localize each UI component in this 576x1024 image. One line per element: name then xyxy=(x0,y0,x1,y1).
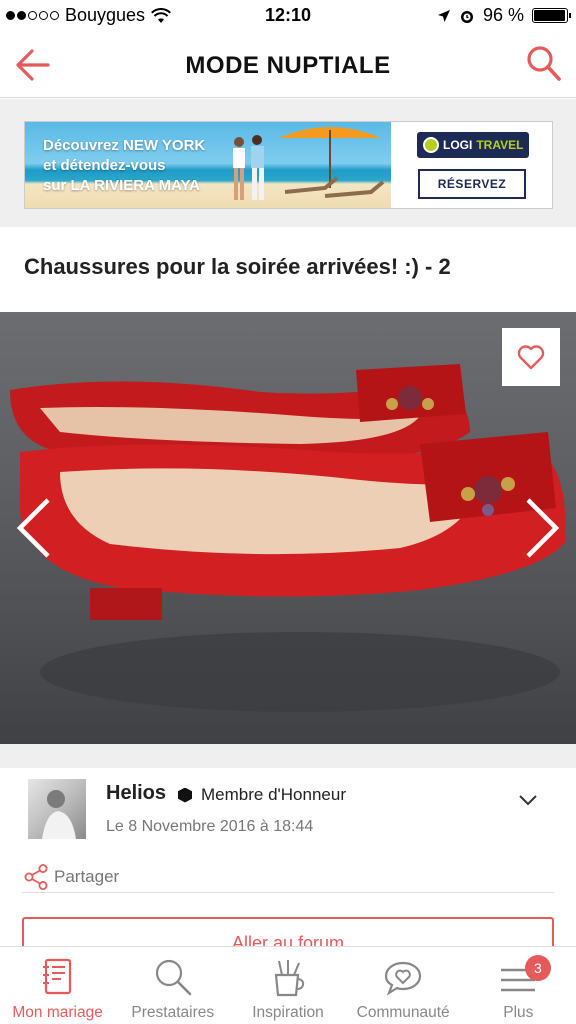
alarm-icon xyxy=(460,10,473,23)
rank-label: Membre d'Honneur xyxy=(201,785,346,804)
page-title: MODE NUPTIALE xyxy=(185,52,391,79)
tab-label: Plus xyxy=(503,1004,534,1021)
ad-line-3: sur LA RIVIERA MAYA xyxy=(43,177,200,194)
chevron-down-icon[interactable] xyxy=(518,793,538,807)
logo-mark-icon xyxy=(423,137,439,153)
tab-label: Prestataires xyxy=(131,1004,215,1021)
next-photo-icon[interactable] xyxy=(522,496,562,560)
previous-photo-icon[interactable] xyxy=(14,496,54,560)
ad-line-2: et détendez-vous xyxy=(43,157,166,174)
ad-line-1: Découvrez NEW YORK xyxy=(43,137,206,154)
ad-headline: Découvrez NEW YORK et détendez-vous sur … xyxy=(43,136,205,196)
search-icon[interactable] xyxy=(526,44,562,84)
ad-banner[interactable]: Découvrez NEW YORK et détendez-vous sur … xyxy=(24,121,553,209)
notebook-icon xyxy=(42,958,71,995)
share-icon xyxy=(24,864,48,890)
ad-zone: Découvrez NEW YORK et détendez-vous sur … xyxy=(0,99,576,227)
system-status: 96 % xyxy=(437,5,571,26)
section-divider xyxy=(0,744,576,768)
battery-icon xyxy=(532,8,571,23)
top-nav: MODE NUPTIALE xyxy=(0,32,576,98)
logo-text-1: LOGI xyxy=(443,138,473,152)
share-label: Partager xyxy=(54,867,120,886)
tab-label: Communauté xyxy=(356,1004,450,1021)
avatar[interactable] xyxy=(28,779,86,839)
member-rank: Membre d'Honneur xyxy=(178,785,346,805)
author-name[interactable]: Helios xyxy=(106,782,166,805)
logo-text-2: TRAVEL xyxy=(476,138,524,152)
location-icon xyxy=(437,9,450,22)
shoe-image xyxy=(10,364,566,712)
heart-icon xyxy=(517,345,545,370)
avatar-image xyxy=(42,790,76,839)
tab-plus[interactable]: 3 Plus xyxy=(461,947,576,1024)
ad-image: Découvrez NEW YORK et détendez-vous sur … xyxy=(25,122,391,208)
battery-percent: 96 % xyxy=(482,5,524,25)
tab-mon-mariage[interactable]: Mon mariage xyxy=(0,947,115,1024)
chat-heart-icon xyxy=(385,961,422,996)
logitravel-logo: LOGI TRAVEL xyxy=(417,132,529,158)
tab-label: Inspiration xyxy=(252,1004,324,1021)
tab-label: Mon mariage xyxy=(12,1004,103,1021)
search-icon xyxy=(155,959,192,996)
bottom-tab-bar: Mon mariage Prestataires Inspiration Com… xyxy=(0,946,576,1024)
share-button[interactable]: Partager xyxy=(24,864,119,890)
favorite-button[interactable] xyxy=(502,328,560,386)
separator-line xyxy=(22,892,554,893)
tab-communaute[interactable]: Communauté xyxy=(346,947,461,1024)
ad-cta-panel: LOGI TRAVEL RÉSERVEZ xyxy=(391,122,552,208)
post-photo[interactable] xyxy=(0,312,576,744)
post-title: Chaussures pour la soirée arrivées! :) -… xyxy=(24,254,451,279)
post-date: Le 8 Novembre 2016 à 18:44 xyxy=(106,818,314,835)
reserve-button[interactable]: RÉSERVEZ xyxy=(418,169,526,199)
tab-prestataires[interactable]: Prestataires xyxy=(115,947,230,1024)
notification-badge: 3 xyxy=(524,955,551,981)
pencil-cup-icon xyxy=(274,960,305,997)
status-bar: Bouygues 12:10 96 % xyxy=(0,0,576,32)
rank-hexagon-icon xyxy=(178,787,192,803)
tab-inspiration[interactable]: Inspiration xyxy=(230,947,345,1024)
